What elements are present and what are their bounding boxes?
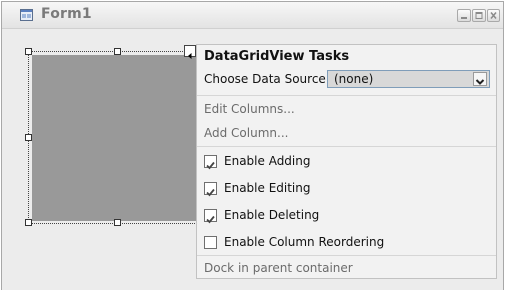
enable-adding-label: Enable Adding	[224, 154, 311, 168]
resize-handle-bottom-left[interactable]	[25, 219, 32, 226]
resize-handle-left[interactable]	[25, 134, 32, 141]
form-client-area: DataGridView Tasks Choose Data Source (n…	[2, 29, 503, 290]
window-title: Form1	[41, 6, 92, 22]
resize-handle-bottom[interactable]	[114, 219, 121, 226]
checkmark-icon	[206, 188, 215, 197]
close-button[interactable]	[487, 9, 500, 22]
enable-editing-checkbox[interactable]	[204, 182, 217, 197]
datagridview-tasks-panel: DataGridView Tasks Choose Data Source (n…	[196, 44, 497, 279]
tasks-panel-title: DataGridView Tasks	[204, 49, 350, 64]
enable-editing-label: Enable Editing	[224, 181, 311, 195]
resize-handle-top[interactable]	[114, 48, 121, 55]
maximize-icon	[475, 12, 483, 19]
resize-handle-top-left[interactable]	[25, 48, 32, 55]
enable-column-reordering-checkbox[interactable]	[204, 236, 217, 249]
maximize-button[interactable]	[472, 9, 486, 22]
enable-column-reordering-option[interactable]: Enable Column Reordering	[204, 235, 484, 251]
dock-in-parent-link[interactable]: Dock in parent container	[204, 261, 353, 275]
enable-editing-option[interactable]: Enable Editing	[204, 181, 484, 197]
enable-column-reordering-label: Enable Column Reordering	[224, 235, 385, 249]
enable-deleting-label: Enable Deleting	[224, 208, 320, 222]
enable-adding-checkbox[interactable]	[204, 155, 217, 170]
add-column-link[interactable]: Add Column...	[204, 126, 288, 140]
separator	[197, 95, 496, 96]
data-source-combobox[interactable]: (none)	[327, 70, 490, 88]
edit-columns-link[interactable]: Edit Columns...	[204, 102, 295, 116]
choose-data-source-label: Choose Data Source	[204, 72, 326, 86]
title-bar[interactable]: Form1	[2, 2, 503, 29]
separator	[197, 146, 496, 147]
enable-adding-option[interactable]: Enable Adding	[204, 154, 484, 170]
data-source-dropdown-button[interactable]	[473, 72, 487, 86]
minimize-icon	[461, 17, 467, 19]
smart-tag-arrow-icon	[188, 53, 192, 59]
smart-tag-button[interactable]	[184, 45, 196, 59]
minimize-button[interactable]	[457, 9, 471, 22]
form1-window: Form1 DataGridView Tasks Choose Data Sou…	[1, 1, 504, 290]
form-icon	[20, 9, 33, 21]
data-source-value: (none)	[334, 72, 374, 86]
chevron-down-icon	[475, 79, 485, 85]
checkmark-icon	[206, 215, 215, 224]
checkmark-icon	[206, 161, 215, 170]
enable-deleting-option[interactable]: Enable Deleting	[204, 208, 484, 224]
close-icon	[490, 12, 497, 19]
datagridview-control[interactable]	[32, 55, 204, 221]
separator	[197, 255, 496, 256]
enable-deleting-checkbox[interactable]	[204, 209, 217, 224]
